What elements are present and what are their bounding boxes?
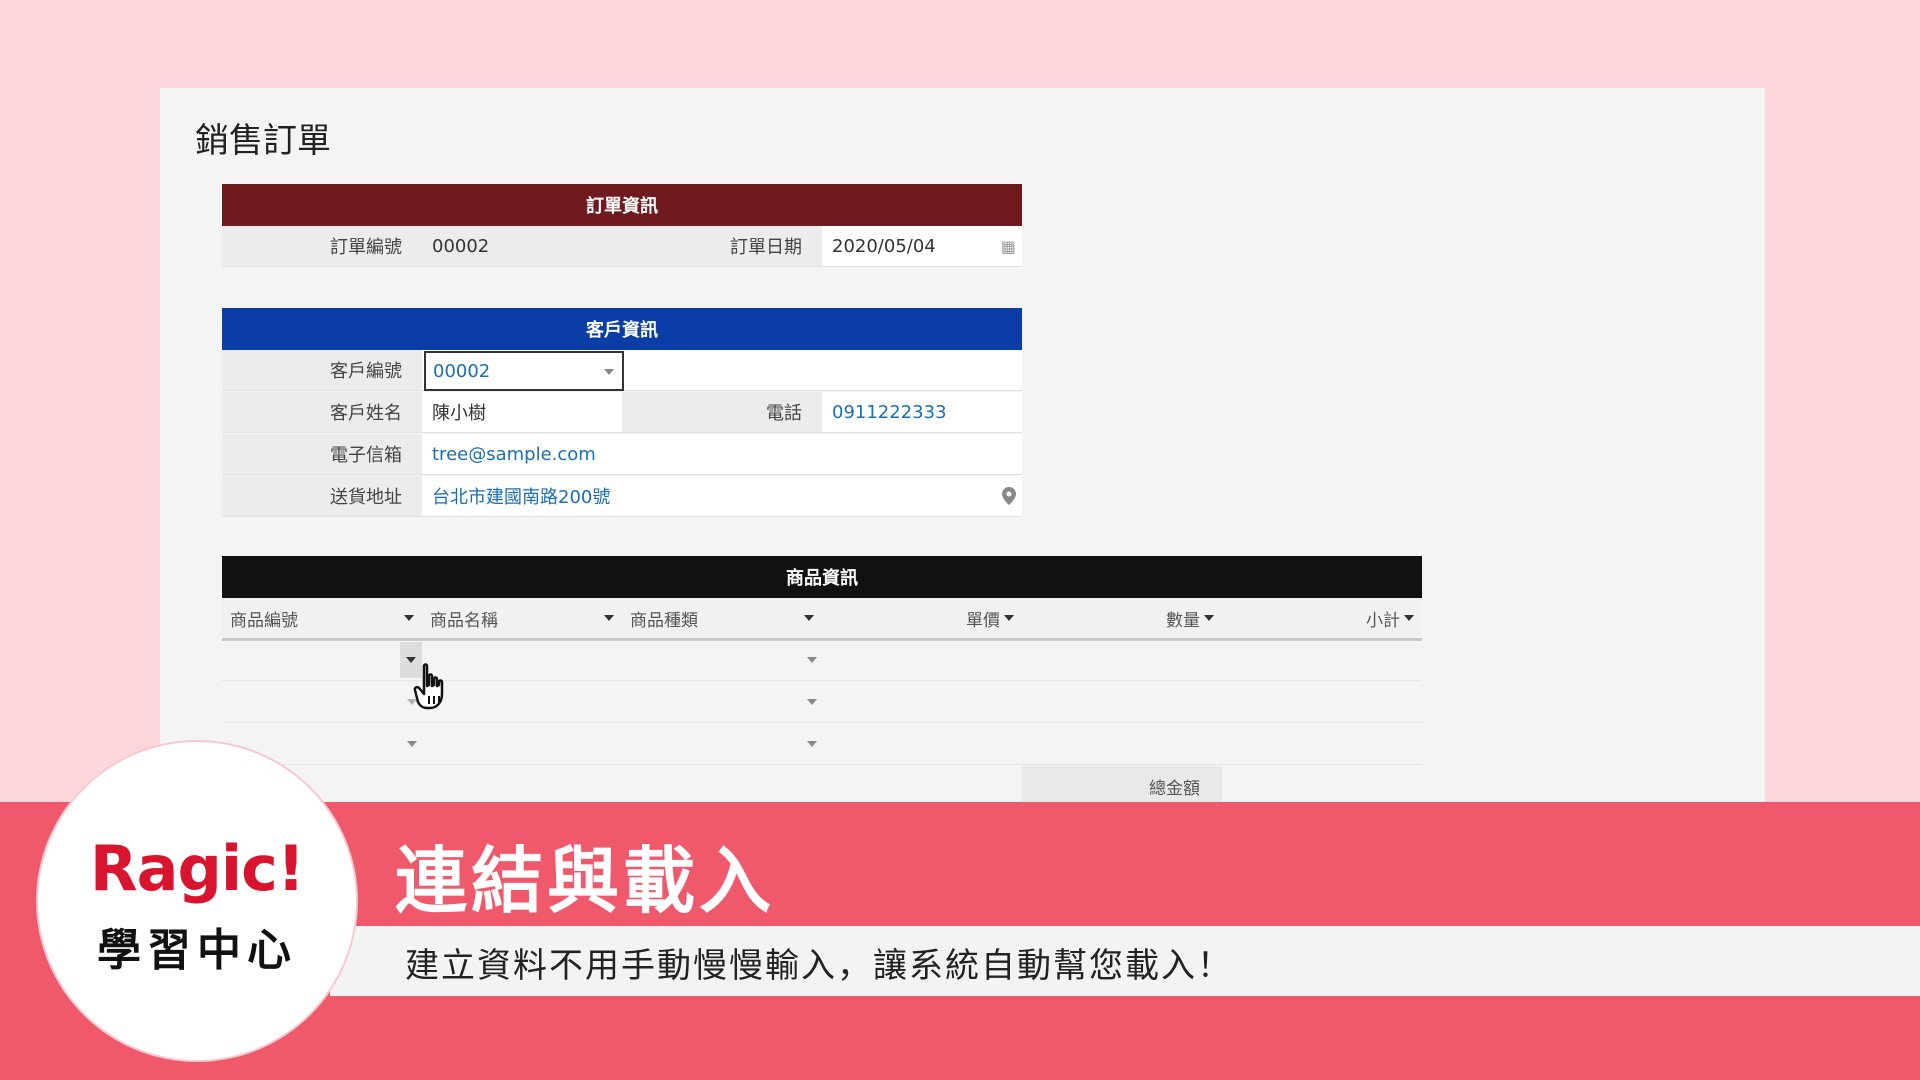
chevron-down-icon	[1204, 615, 1214, 621]
customer-name-label: 客戶姓名	[222, 392, 422, 432]
order-number-row: 訂單編號 00002 訂單日期 2020/05/04 ▦	[222, 226, 1022, 267]
chevron-down-icon[interactable]	[807, 699, 817, 705]
phone-value[interactable]: 0911222333	[822, 392, 1022, 432]
column-subtotal-label: 小計	[1366, 610, 1400, 631]
address-row: 送貨地址 台北市建國南路200號	[222, 476, 1022, 517]
order-number-label: 訂單編號	[222, 226, 422, 266]
logo-name: Ragic!	[89, 832, 305, 905]
chevron-down-icon[interactable]	[807, 657, 817, 663]
column-product-name[interactable]: 商品名稱	[422, 598, 622, 638]
hand-cursor-icon	[412, 662, 458, 718]
chevron-down-icon[interactable]	[807, 741, 817, 747]
email-row: 電子信箱 tree@sample.com	[222, 434, 1022, 475]
form-panel: 銷售訂單 訂單資訊 訂單編號 00002 訂單日期 2020/05/04 ▦ 客…	[160, 88, 1765, 808]
customer-info-header: 客戶資訊	[222, 308, 1022, 350]
order-date-field[interactable]: 2020/05/04 ▦	[822, 226, 1022, 266]
table-row[interactable]	[222, 640, 1422, 681]
page-title: 銷售訂單	[195, 121, 331, 161]
column-product-no[interactable]: 商品編號	[222, 598, 422, 638]
calendar-icon[interactable]: ▦	[1001, 237, 1016, 256]
product-column-headers: 商品編號 商品名稱 商品種類 單價 數量 小計	[222, 598, 1422, 641]
email-label: 電子信箱	[222, 434, 422, 474]
total-row: 總金額	[1022, 766, 1222, 806]
chevron-down-icon	[1404, 615, 1414, 621]
banner-title: 連結與載入	[395, 839, 776, 923]
column-product-no-label: 商品編號	[230, 610, 298, 631]
column-unit-price-label: 單價	[966, 610, 1000, 631]
ragic-logo: Ragic! 學習中心	[38, 742, 356, 1060]
column-product-name-label: 商品名稱	[430, 610, 498, 631]
chevron-down-icon	[604, 369, 614, 375]
chevron-down-icon	[804, 615, 814, 621]
customer-number-select[interactable]: 00002	[424, 351, 624, 391]
banner-subtitle-strip: 建立資料不用手動慢慢輸入，讓系統自動幫您載入！	[330, 926, 1920, 996]
chevron-down-icon[interactable]	[407, 741, 417, 747]
address-value: 台北市建國南路200號	[432, 487, 611, 508]
customer-name-row: 客戶姓名 陳小樹 電話 0911222333	[222, 392, 1022, 433]
total-amount-label: 總金額	[1149, 778, 1200, 799]
customer-number-value: 00002	[433, 360, 491, 382]
table-row[interactable]	[222, 682, 1422, 723]
order-date-value: 2020/05/04	[832, 235, 936, 257]
map-pin-icon[interactable]	[1002, 487, 1016, 509]
phone-label: 電話	[622, 392, 822, 432]
product-info-title: 商品資訊	[786, 568, 858, 589]
column-quantity[interactable]: 數量	[1022, 598, 1222, 638]
column-product-type-label: 商品種類	[630, 610, 698, 631]
customer-number-row: 客戶編號 00002	[222, 350, 1022, 391]
product-info-header: 商品資訊	[222, 556, 1422, 598]
order-info-header: 訂單資訊	[222, 184, 1022, 226]
table-row[interactable]	[222, 724, 1422, 765]
column-unit-price[interactable]: 單價	[822, 598, 1022, 638]
chevron-down-icon	[404, 615, 414, 621]
chevron-down-icon	[1004, 615, 1014, 621]
logo-subtitle: 學習中心	[97, 925, 297, 976]
email-value[interactable]: tree@sample.com	[422, 434, 1022, 474]
banner-subtitle: 建立資料不用手動慢慢輸入，讓系統自動幫您載入！	[405, 946, 1233, 986]
order-info-title: 訂單資訊	[586, 196, 658, 217]
column-quantity-label: 數量	[1166, 610, 1200, 631]
customer-info-title: 客戶資訊	[586, 320, 658, 341]
column-subtotal[interactable]: 小計	[1222, 598, 1422, 638]
customer-name-value: 陳小樹	[422, 392, 622, 432]
address-label: 送貨地址	[222, 476, 422, 516]
customer-number-label: 客戶編號	[222, 350, 422, 390]
order-date-label: 訂單日期	[622, 226, 822, 266]
order-number-value: 00002	[422, 226, 622, 266]
chevron-down-icon	[604, 615, 614, 621]
column-product-type[interactable]: 商品種類	[622, 598, 822, 638]
address-field[interactable]: 台北市建國南路200號	[422, 476, 1022, 516]
